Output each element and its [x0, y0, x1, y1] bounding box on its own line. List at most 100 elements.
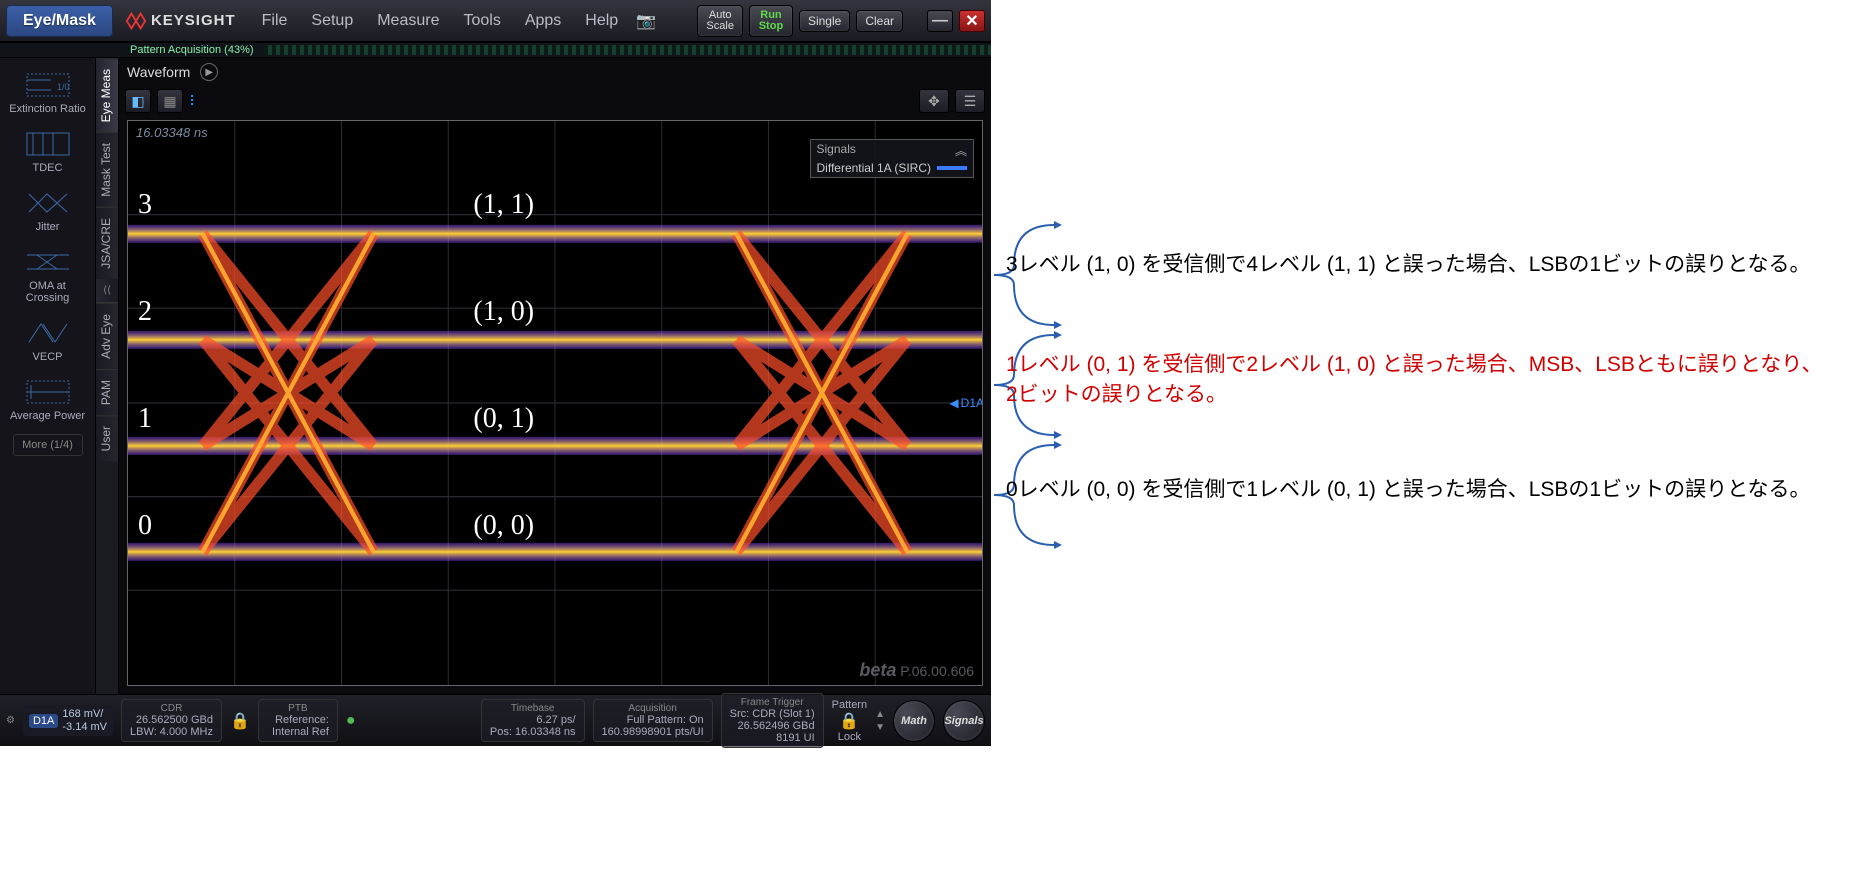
ptb-panel[interactable]: PTB Reference: Internal Ref — [258, 699, 338, 742]
vtab-user[interactable]: User — [96, 415, 118, 461]
main-area: Waveform ▶ ◧ ▦ ⠇ ✥ ☰ — [119, 58, 991, 694]
acq-pts: 160.98998901 pts/UI — [602, 726, 704, 738]
rail-label: TDEC — [33, 162, 63, 174]
run-l1: Run — [758, 10, 784, 21]
vtab-pam[interactable]: PAM — [96, 369, 118, 415]
cdr-rate: 26.562500 GBd — [130, 714, 213, 726]
toolbar-dots-icon[interactable]: ⠇ — [189, 97, 199, 105]
camera-icon[interactable]: 📷 — [636, 11, 656, 31]
d1a-marker: D1A — [949, 396, 983, 410]
lock-label: Lock — [832, 731, 867, 743]
vertical-tabs: Eye Meas Mask Test JSA/CRE ⟨⟨ Adv Eye PA… — [95, 58, 119, 694]
rail-label: Average Power — [10, 410, 85, 422]
beta-stamp: beta P.06.00.606 — [859, 660, 974, 681]
autoscale-button[interactable]: Auto Scale — [697, 5, 743, 37]
version-text: P.06.00.606 — [900, 663, 974, 679]
rail-label: Extinction Ratio — [9, 103, 85, 115]
close-button[interactable]: ✕ — [959, 10, 985, 32]
single-button[interactable]: Single — [799, 10, 850, 32]
display-mode-1-button[interactable]: ◧ — [125, 89, 151, 113]
ft-src: Src: CDR (Slot 1) — [730, 708, 815, 720]
bitpair-10: (1, 0) — [473, 296, 534, 328]
ptb-title: PTB — [267, 703, 329, 714]
vtab-adv-eye[interactable]: Adv Eye — [96, 303, 118, 369]
rail-item-jitter[interactable]: Jitter — [7, 182, 89, 239]
legend-title: Signals — [817, 142, 856, 159]
autoscale-l1: Auto — [706, 10, 734, 21]
vecp-icon — [23, 318, 73, 348]
level-2-label: 2 — [138, 296, 152, 328]
statusbar: ⚙ D1A 168 mV/-3.14 mV CDR 26.562500 GBd … — [0, 694, 991, 746]
signals-legend[interactable]: Signals ︽ Differential 1A (SIRC) — [810, 139, 975, 178]
display-mode-2-button[interactable]: ▦ — [157, 89, 183, 113]
updown-arrows[interactable]: ▲▼ — [875, 709, 885, 733]
legend-entry: Differential 1A (SIRC) — [817, 161, 932, 175]
vtab-jsa-cre[interactable]: JSA/CRE — [96, 207, 118, 279]
eye-mask-button[interactable]: Eye/Mask — [6, 5, 113, 37]
rail-label: OMA at Crossing — [26, 280, 69, 304]
run-stop-button[interactable]: Run Stop — [749, 5, 793, 37]
waveform-header: Waveform ▶ — [119, 58, 991, 86]
toolbar-right: ✥ ☰ — [919, 89, 985, 113]
rail-label: VECP — [33, 351, 63, 363]
minimize-button[interactable]: — — [927, 10, 953, 32]
menu-setup[interactable]: Setup — [299, 12, 365, 30]
ptb-ref-label: Reference: — [267, 714, 329, 726]
menu-tool-button[interactable]: ☰ — [955, 89, 985, 113]
timebase-pos: Pos: 16.03348 ns — [490, 726, 576, 738]
waveform-toolbar: ◧ ▦ ⠇ ✥ ☰ — [119, 86, 991, 116]
beta-text: beta — [859, 660, 896, 680]
menu-tools[interactable]: Tools — [451, 12, 512, 30]
top-right-controls: Auto Scale Run Stop Single Clear — ✕ — [697, 5, 991, 37]
brand-logo: KEYSIGHT — [125, 10, 236, 32]
svg-text:1/0: 1/0 — [57, 82, 70, 92]
plot-timestamp: 16.03348 ns — [136, 125, 208, 140]
ft-rate: 26.562496 GBd — [730, 720, 815, 732]
menu-help[interactable]: Help — [573, 12, 630, 30]
avgpower-icon — [23, 377, 73, 407]
jitter-icon — [23, 188, 73, 218]
math-button[interactable]: Math — [893, 700, 935, 742]
vtab-mask-test[interactable]: Mask Test — [96, 132, 118, 207]
tdec-icon — [23, 129, 73, 159]
pattern-acq-label: Pattern Acquisition (43%) — [0, 44, 254, 56]
annotation-3: 0レベル (0, 0) を受信側で1レベル (0, 1) と誤った場合、LSBの… — [1006, 475, 1810, 505]
settings-gear-icon[interactable]: ⚙ — [6, 715, 15, 726]
signals-button[interactable]: Signals — [943, 700, 985, 742]
rail-item-oma-crossing[interactable]: OMA at Crossing — [7, 241, 89, 310]
waveform-play-icon[interactable]: ▶ — [200, 63, 218, 81]
rail-item-extinction-ratio[interactable]: 1/0 Extinction Ratio — [7, 64, 89, 121]
pattern-label: Pattern — [832, 699, 867, 711]
timebase-panel[interactable]: Timebase 6.27 ps/ Pos: 16.03348 ns — [481, 699, 585, 742]
level-3-label: 3 — [138, 189, 152, 221]
rail-item-vecp[interactable]: VECP — [7, 312, 89, 369]
body-row: 1/0 Extinction Ratio TDEC Jitter OMA at … — [0, 58, 991, 694]
run-l2: Stop — [758, 21, 784, 32]
menu-file[interactable]: File — [250, 12, 300, 30]
clear-button[interactable]: Clear — [856, 10, 903, 32]
menu-measure[interactable]: Measure — [365, 12, 451, 30]
lock-icon[interactable]: 🔒 — [832, 711, 867, 731]
frame-imgtrigger-panel[interactable]: Frame Trigger Src: CDR (Slot 1) 26.56249… — [721, 693, 824, 748]
autoscale-l2: Scale — [706, 21, 734, 32]
rail-item-average-power[interactable]: Average Power — [7, 371, 89, 428]
menu-apps[interactable]: Apps — [513, 12, 573, 30]
vtab-eye-meas[interactable]: Eye Meas — [96, 58, 118, 132]
acquisition-panel[interactable]: Acquisition Full Pattern: On 160.9899890… — [593, 699, 713, 742]
legend-collapse-icon[interactable]: ︽ — [955, 142, 967, 159]
channel-chip-d1a[interactable]: D1A 168 mV/-3.14 mV — [23, 705, 113, 735]
annotation-2: 1レベル (0, 1) を受信側で2レベル (1, 0) と誤った場合、MSB、… — [1006, 350, 1826, 411]
cdr-panel[interactable]: CDR 26.562500 GBd LBW: 4.000 MHz — [121, 699, 222, 742]
timebase-scale: 6.27 ps/ — [490, 714, 576, 726]
acq-fullpattern: Full Pattern: On — [602, 714, 704, 726]
pan-tool-button[interactable]: ✥ — [919, 89, 949, 113]
eye-diagram-plot[interactable]: 16.03348 ns Signals ︽ Differential 1A (SI… — [127, 120, 983, 686]
pattern-wave-preview — [264, 45, 991, 55]
rail-more-button[interactable]: More (1/4) — [13, 434, 83, 456]
rail-item-tdec[interactable]: TDEC — [7, 123, 89, 180]
level-1-label: 1 — [138, 403, 152, 435]
vtab-expand-button[interactable]: ⟨⟨ — [96, 279, 118, 303]
waveform-title: Waveform — [127, 64, 190, 80]
channel-scale: 168 mV/ — [62, 708, 103, 720]
ptb-ref-value: Internal Ref — [267, 726, 329, 738]
